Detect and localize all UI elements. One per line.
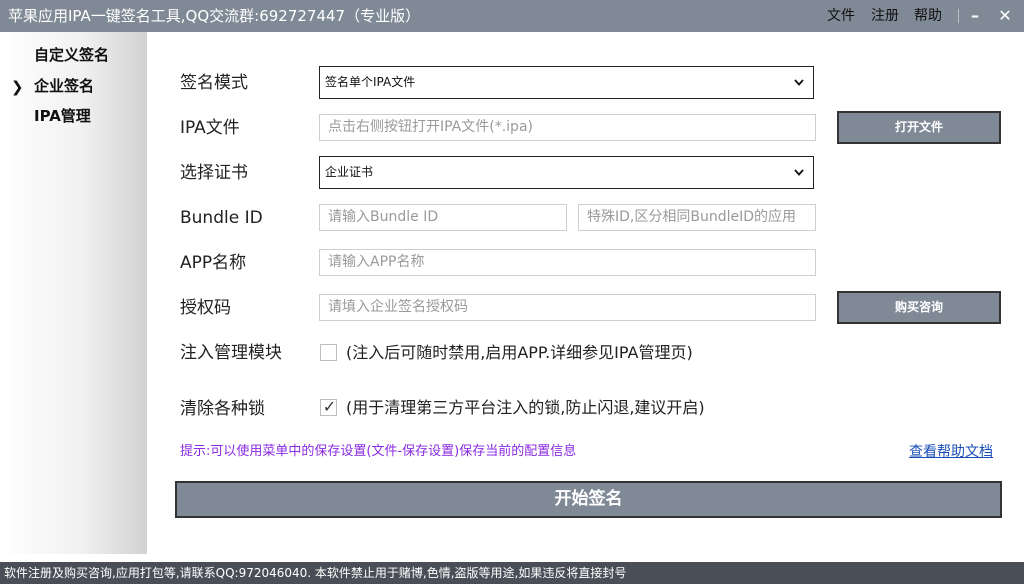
sign-mode-select[interactable]: 签名单个IPA文件 [319,66,814,99]
sidebar-item-enterprise-sign[interactable]: 企业签名 [34,76,94,96]
ipa-file-label: IPA文件 [180,118,240,138]
certificate-label: 选择证书 [180,163,248,183]
bundle-id-label: Bundle ID [180,208,263,228]
chevron-down-icon [793,157,805,200]
auth-code-label: 授权码 [180,298,231,318]
close-button[interactable]: ✕ [994,4,1016,28]
certificate-select[interactable]: 企业证书 [319,156,814,189]
window-title: 苹果应用IPA一键签名工具,QQ交流群:692727447（专业版） [8,7,421,25]
minimize-button[interactable]: – [964,4,986,28]
clear-locks-label: 清除各种锁 [180,399,265,419]
sign-mode-label: 签名模式 [180,73,248,93]
menu-divider [958,9,959,23]
title-bar: 苹果应用IPA一键签名工具,QQ交流群:692727447（专业版） 文件 注册… [0,0,1024,32]
clear-locks-checkbox[interactable]: ✓ [320,397,337,416]
certificate-value: 企业证书 [325,165,374,179]
app-name-input[interactable]: 请输入APP名称 [319,249,816,276]
sidebar-item-custom-sign[interactable]: 自定义签名 [34,45,109,65]
sidebar-item-ipa-manage[interactable]: IPA管理 [34,106,91,126]
special-id-input[interactable]: 特殊ID,区分相同BundleID的应用 [578,204,816,231]
bundle-id-input[interactable]: 请输入Bundle ID [319,204,567,231]
start-sign-button[interactable]: 开始签名 [175,481,1002,518]
hint-text: 提示:可以使用菜单中的保存设置(文件-保存设置)保存当前的配置信息 [180,444,577,459]
chevron-down-icon [793,67,805,110]
checkmark-icon: ✓ [322,397,337,416]
auth-code-input[interactable]: 请填入企业签名授权码 [319,294,816,321]
open-file-button[interactable]: 打开文件 [837,111,1001,144]
menu-file[interactable]: 文件 [827,7,855,25]
clear-locks-description: (用于清理第三方平台注入的锁,防止闪退,建议开启) [346,398,705,417]
inject-module-checkbox[interactable] [320,344,337,361]
ipa-file-input[interactable]: 点击右侧按钮打开IPA文件(*.ipa) [319,114,816,141]
status-bar: 软件注册及购买咨询,应用打包等,请联系QQ:972046040. 本软件禁止用于… [0,562,1024,584]
app-name-label: APP名称 [180,253,247,273]
inject-module-description: (注入后可随时禁用,启用APP.详细参见IPA管理页) [346,343,693,362]
inject-module-label: 注入管理模块 [180,343,282,363]
buy-consult-button[interactable]: 购买咨询 [837,291,1001,324]
menu-register[interactable]: 注册 [871,7,899,25]
help-doc-link[interactable]: 查看帮助文档 [909,442,993,462]
menu-help[interactable]: 帮助 [914,7,942,25]
sign-mode-value: 签名单个IPA文件 [325,75,416,89]
active-chevron-icon: ❯ [11,78,24,96]
